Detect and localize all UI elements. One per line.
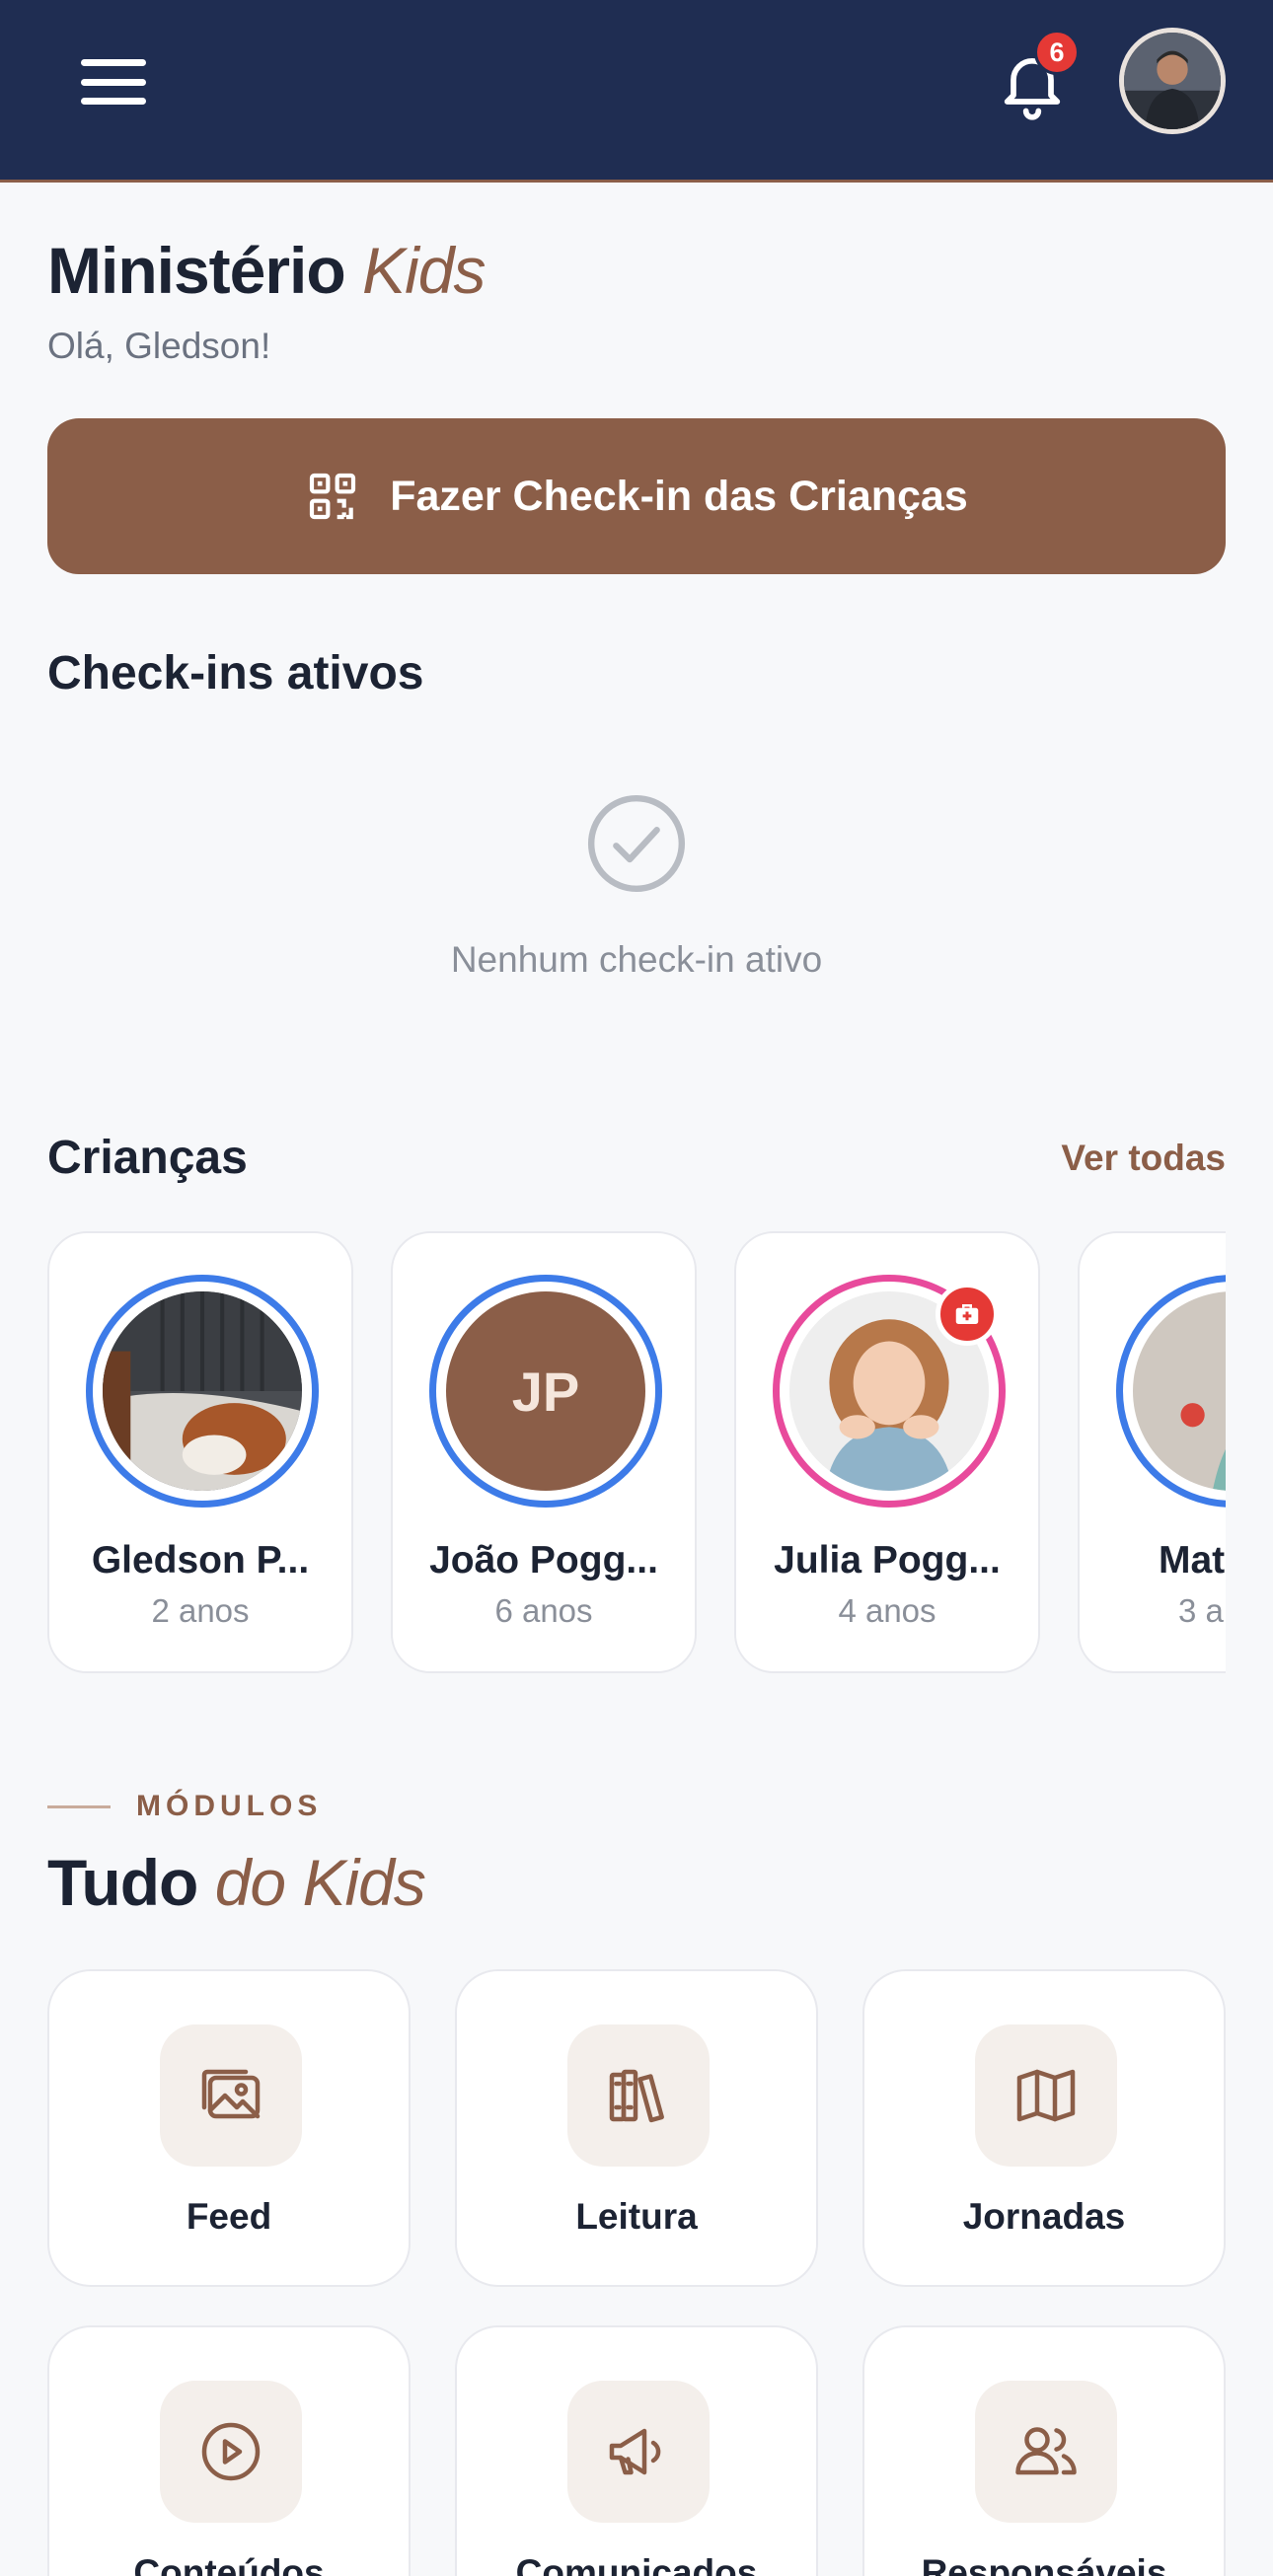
check-circle-icon bbox=[587, 794, 686, 893]
children-carousel[interactable]: Gledson P... 2 anos JP João Pogg... 6 an… bbox=[47, 1231, 1226, 1675]
avatar-photo bbox=[1124, 33, 1221, 129]
child-card[interactable]: Gledson P... 2 anos bbox=[47, 1231, 353, 1673]
checkin-children-button[interactable]: Fazer Check-in das Crianças bbox=[47, 418, 1226, 574]
module-feed[interactable]: Feed bbox=[47, 1969, 411, 2287]
modules-eyebrow-text: MÓDULOS bbox=[136, 1790, 323, 1822]
checkin-button-label: Fazer Check-in das Crianças bbox=[390, 472, 968, 520]
module-label: Conteúdos bbox=[133, 2552, 325, 2576]
map-icon bbox=[1016, 2069, 1076, 2122]
module-label: Leitura bbox=[575, 2196, 698, 2237]
child-card[interactable]: Julia Pogg... 4 anos bbox=[734, 1231, 1040, 1673]
child-avatar: JP bbox=[446, 1291, 645, 1491]
books-icon bbox=[609, 2069, 664, 2123]
child-card[interactable]: Mat 3 a bbox=[1078, 1231, 1226, 1673]
child-age: 4 anos bbox=[838, 1592, 936, 1629]
see-all-children-link[interactable]: Ver todas bbox=[1061, 1138, 1226, 1179]
module-jornadas[interactable]: Jornadas bbox=[862, 1969, 1226, 2287]
module-label: Feed bbox=[186, 2196, 272, 2237]
child-card[interactable]: JP João Pogg... 6 anos bbox=[391, 1231, 697, 1673]
child-avatar-ring bbox=[86, 1275, 319, 1508]
medical-kit-icon bbox=[955, 1304, 979, 1324]
child-avatar-ring: JP bbox=[429, 1275, 662, 1508]
child-avatar bbox=[103, 1291, 302, 1491]
top-bar: 6 bbox=[0, 0, 1273, 183]
module-conteudos[interactable]: Conteúdos bbox=[47, 2325, 411, 2576]
child-name: João Pogg... bbox=[429, 1539, 658, 1582]
module-icon-box bbox=[567, 2381, 710, 2523]
module-icon-box bbox=[160, 2024, 302, 2167]
page-title: Ministério Kids bbox=[47, 233, 486, 308]
image-icon bbox=[201, 2069, 261, 2119]
greeting-text: Olá, Gledson! bbox=[47, 326, 271, 366]
module-leitura[interactable]: Leitura bbox=[455, 1969, 818, 2287]
module-icon-box bbox=[975, 2381, 1117, 2523]
child-initials: JP bbox=[511, 1360, 580, 1423]
medical-alert-badge bbox=[936, 1283, 999, 1346]
module-icon-box bbox=[567, 2024, 710, 2167]
megaphone-icon bbox=[609, 2428, 661, 2475]
user-avatar[interactable] bbox=[1119, 28, 1226, 134]
child-age: 2 anos bbox=[151, 1592, 250, 1629]
module-label: Jornadas bbox=[962, 2196, 1126, 2237]
child-name: Julia Pogg... bbox=[774, 1539, 1001, 1582]
play-icon bbox=[201, 2422, 261, 2481]
module-icon-box bbox=[975, 2024, 1117, 2167]
page-title-main: Ministério bbox=[47, 234, 346, 307]
module-comunicados[interactable]: Comunicados bbox=[455, 2325, 818, 2576]
modules-eyebrow: MÓDULOS bbox=[47, 1790, 322, 1823]
hamburger-menu-icon[interactable] bbox=[81, 59, 146, 105]
module-responsaveis[interactable]: Responsáveis bbox=[862, 2325, 1226, 2576]
empty-checkins-text: Nenhum check-in ativo bbox=[450, 939, 823, 980]
active-checkins-title: Check-ins ativos bbox=[47, 647, 424, 699]
page-title-accent: Kids bbox=[362, 234, 486, 307]
eyebrow-line bbox=[47, 1804, 111, 1808]
qr-code-icon bbox=[310, 473, 356, 520]
module-label: Responsáveis bbox=[921, 2552, 1167, 2576]
module-icon-box bbox=[160, 2381, 302, 2523]
child-age: 6 anos bbox=[494, 1592, 593, 1629]
child-name: Mat bbox=[1159, 1539, 1226, 1582]
child-photo bbox=[1133, 1291, 1226, 1491]
users-icon bbox=[1015, 2427, 1077, 2475]
module-label: Comunicados bbox=[515, 2552, 758, 2576]
child-avatar-ring bbox=[1116, 1275, 1226, 1508]
child-avatar bbox=[1133, 1291, 1226, 1491]
child-photo bbox=[103, 1291, 302, 1491]
modules-title-accent: do Kids bbox=[214, 1846, 426, 1919]
children-section-title: Crianças bbox=[47, 1132, 248, 1184]
child-name: Gledson P... bbox=[91, 1539, 310, 1582]
notification-badge: 6 bbox=[1034, 30, 1080, 75]
modules-title-main: Tudo bbox=[47, 1846, 198, 1919]
child-age: 3 a bbox=[1178, 1592, 1224, 1629]
modules-title: Tudo do Kids bbox=[47, 1845, 426, 1920]
